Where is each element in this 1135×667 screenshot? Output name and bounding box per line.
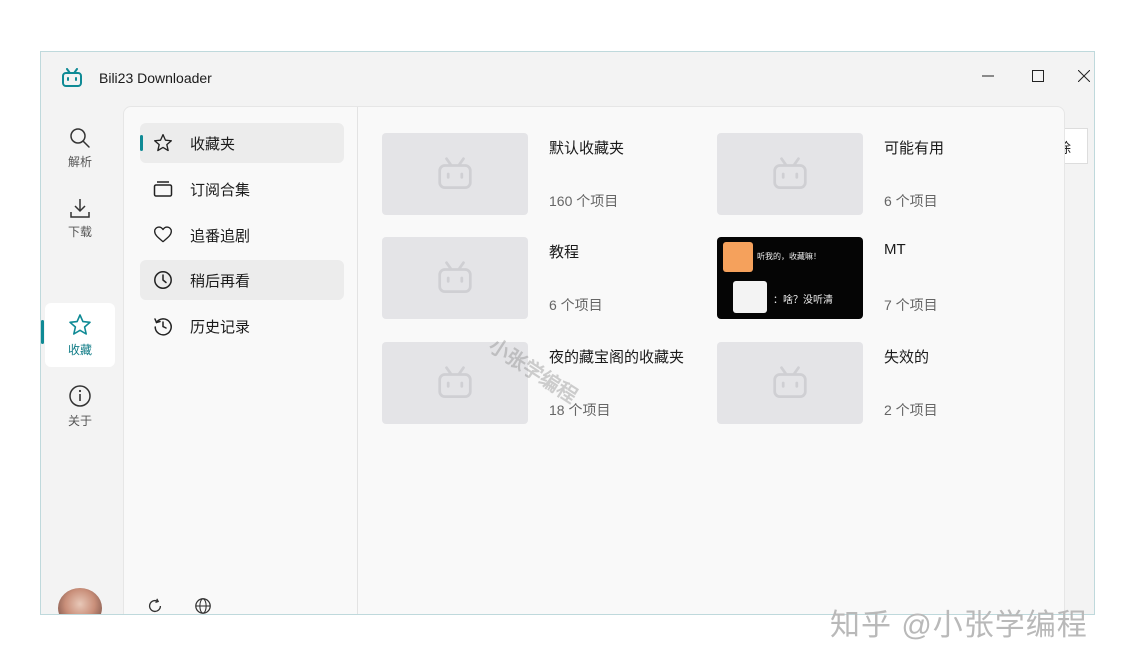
folder-card[interactable]: 失效的 2 个项目 bbox=[717, 342, 1037, 424]
sidebar-item-history[interactable]: 历史记录 bbox=[140, 306, 344, 346]
folder-cover bbox=[717, 342, 863, 424]
sidebar-item-bangumi[interactable]: 追番追剧 bbox=[140, 215, 344, 255]
sidebar-item-watch-later[interactable]: 稍后再看 bbox=[140, 260, 344, 300]
sidebar-item-label: 稍后再看 bbox=[190, 272, 251, 290]
nav-rail: 解析 下载 收藏 关于 bbox=[41, 106, 121, 614]
app-title: Bili23 Downloader bbox=[99, 70, 212, 86]
nav-item-about[interactable]: 关于 bbox=[45, 374, 115, 438]
sidebar-item-label: 历史记录 bbox=[190, 318, 251, 336]
nav-item-parse[interactable]: 解析 bbox=[45, 116, 115, 180]
watermark-corner: 知乎 @小张学编程 bbox=[830, 609, 1088, 642]
cover-text: 听我的，收藏嘛！ bbox=[757, 252, 821, 261]
folder-count: 2 个项目 bbox=[884, 402, 938, 418]
folder-count: 6 个项目 bbox=[549, 297, 603, 313]
sidebar-footer bbox=[146, 597, 212, 615]
bilibili-tv-icon bbox=[62, 68, 82, 87]
folder-card[interactable]: 可能有用 6 个项目 bbox=[717, 133, 1037, 215]
folder-count: 6 个项目 bbox=[884, 193, 938, 209]
sidebar-item-favorites[interactable]: 收藏夹 bbox=[140, 123, 344, 163]
collection-icon bbox=[153, 181, 173, 197]
maximize-button[interactable] bbox=[1018, 60, 1058, 92]
sidebar-item-label: 追番追剧 bbox=[190, 227, 251, 245]
download-icon bbox=[70, 198, 90, 218]
nav-label: 下载 bbox=[67, 224, 92, 239]
folder-card[interactable]: 默认收藏夹 160 个项目 bbox=[382, 133, 702, 215]
star-icon bbox=[154, 134, 172, 152]
folder-title: 失效的 bbox=[884, 349, 930, 366]
search-icon bbox=[70, 127, 90, 148]
nav-label: 收藏 bbox=[67, 342, 92, 357]
bilibili-tv-icon bbox=[773, 157, 807, 189]
close-icon bbox=[1078, 70, 1090, 82]
nav-label: 关于 bbox=[67, 413, 92, 428]
sidebar-selected-indicator bbox=[140, 135, 143, 151]
folder-title: 教程 bbox=[549, 244, 580, 261]
favorites-sidebar: 收藏夹 订阅合集 追番追剧 稍后再看 历史记录 bbox=[124, 107, 358, 615]
title-bar: Bili23 Downloader bbox=[41, 52, 1094, 106]
clock-icon bbox=[154, 271, 172, 289]
favorites-page: 收藏夹 订阅合集 追番追剧 稍后再看 历史记录 默认收藏夹 160 个项目 可能… bbox=[123, 106, 1065, 615]
nav-item-download[interactable]: 下载 bbox=[45, 186, 115, 250]
folder-title: 可能有用 bbox=[884, 140, 945, 157]
folder-cover-image: 听我的，收藏嘛！ ：啥？没听清 bbox=[717, 237, 863, 319]
avatar[interactable] bbox=[58, 588, 102, 614]
nav-active-indicator bbox=[41, 320, 44, 344]
star-icon bbox=[69, 313, 91, 335]
folder-title: MT bbox=[884, 241, 906, 258]
globe-icon[interactable] bbox=[194, 597, 212, 615]
history-icon bbox=[154, 318, 172, 336]
close-button[interactable] bbox=[1064, 60, 1094, 92]
app-window: Bili23 Downloader 解析 下载 收藏 关于 除 bbox=[40, 51, 1095, 615]
folder-title: 默认收藏夹 bbox=[549, 140, 625, 157]
folder-cover bbox=[717, 133, 863, 215]
folder-card[interactable]: 教程 6 个项目 bbox=[382, 237, 702, 319]
folder-cover bbox=[382, 237, 528, 319]
folder-count: 7 个项目 bbox=[884, 297, 938, 313]
refresh-icon[interactable] bbox=[146, 597, 164, 615]
sidebar-item-label: 收藏夹 bbox=[190, 135, 236, 153]
folder-count: 160 个项目 bbox=[549, 193, 619, 209]
maximize-icon bbox=[1032, 70, 1044, 82]
info-icon bbox=[69, 384, 91, 407]
heart-icon bbox=[154, 226, 172, 243]
sidebar-item-subscriptions[interactable]: 订阅合集 bbox=[140, 169, 344, 209]
folder-cover bbox=[382, 133, 528, 215]
cover-sticker bbox=[733, 281, 767, 313]
bilibili-tv-icon bbox=[438, 157, 472, 189]
folder-title: 夜的藏宝阁的收藏夹 bbox=[549, 349, 685, 366]
folder-card[interactable]: 听我的，收藏嘛！ ：啥？没听清 MT 7 个项目 bbox=[717, 237, 1037, 319]
cover-text: ：啥？没听清 bbox=[773, 295, 833, 306]
bilibili-tv-icon bbox=[438, 261, 472, 293]
nav-item-favorites[interactable]: 收藏 bbox=[45, 303, 115, 367]
bilibili-tv-icon bbox=[773, 366, 807, 398]
bilibili-tv-icon bbox=[438, 366, 472, 398]
sidebar-item-label: 订阅合集 bbox=[190, 181, 251, 199]
minimize-icon bbox=[982, 75, 994, 77]
cover-sticker bbox=[723, 242, 753, 272]
minimize-button[interactable] bbox=[968, 60, 1008, 92]
nav-label: 解析 bbox=[67, 154, 92, 169]
